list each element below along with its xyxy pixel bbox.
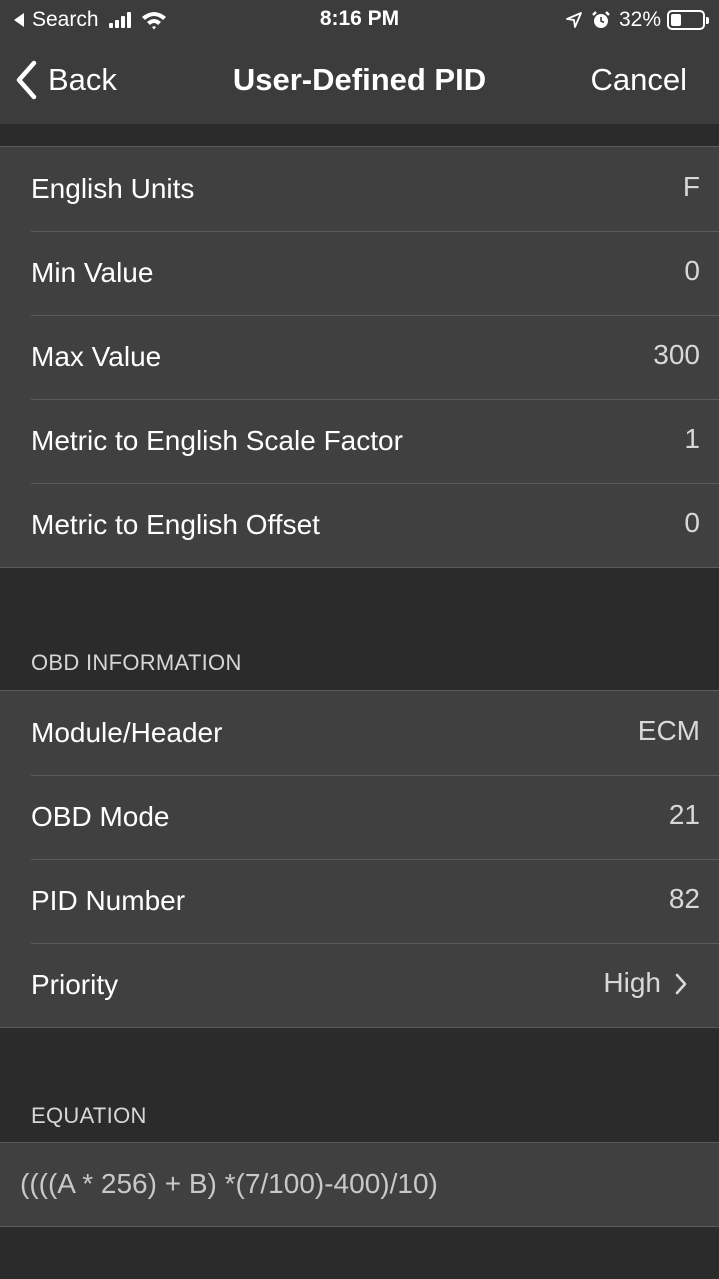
alarm-clock-icon: [592, 11, 610, 28]
row-label: PID Number: [31, 885, 186, 916]
row-value: 1: [684, 423, 700, 454]
row-label: OBD Mode: [31, 801, 170, 832]
row-label: Module/Header: [31, 717, 223, 748]
chevron-right-icon: [675, 973, 687, 995]
location-arrow-icon: [566, 12, 582, 28]
battery-icon: [667, 10, 709, 30]
scale-factor-row[interactable]: Metric to English Scale Factor 1: [0, 399, 719, 483]
max-value-row[interactable]: Max Value 300: [0, 315, 719, 399]
units-settings-group: English Units F Min Value 0 Max Value 30…: [0, 146, 719, 568]
equation-input[interactable]: ((((A * 256) + B) *(7/100)-400)/10): [0, 1142, 719, 1227]
battery-percentage: 32%: [618, 8, 661, 31]
row-label: Min Value: [31, 257, 154, 288]
row-value: 21: [668, 799, 700, 830]
obd-information-group: Module/Header ECM OBD Mode 21 PID Number…: [0, 690, 719, 1028]
row-label: English Units: [31, 173, 195, 204]
row-value: 0: [684, 507, 700, 538]
min-value-row[interactable]: Min Value 0: [0, 231, 719, 315]
row-label: Priority: [31, 969, 119, 1000]
battery-level-fill: [671, 14, 681, 26]
back-button-label: Back: [48, 62, 117, 97]
english-units-row[interactable]: English Units F: [0, 147, 719, 231]
pid-number-row[interactable]: PID Number 82: [0, 859, 719, 943]
cancel-button[interactable]: Cancel: [591, 62, 688, 98]
row-value: F: [682, 171, 700, 202]
priority-row[interactable]: Priority High: [0, 943, 719, 1027]
chevron-left-icon: [16, 60, 37, 100]
navigation-bar: Back User-Defined PID Cancel: [0, 40, 719, 124]
row-value: ECM: [637, 715, 700, 746]
module-header-row[interactable]: Module/Header ECM: [0, 691, 719, 775]
obd-information-header: OBD INFORMATION: [31, 650, 242, 675]
row-label: Max Value: [31, 341, 162, 372]
row-label: Metric to English Scale Factor: [31, 425, 403, 456]
back-button[interactable]: Back: [14, 58, 117, 102]
equation-text: ((((A * 256) + B) *(7/100)-400)/10): [20, 1168, 438, 1199]
status-bar: Search 8:16 PM 32%: [0, 0, 719, 40]
row-value: 300: [653, 339, 700, 370]
status-right: 32%: [565, 7, 709, 33]
equation-header: EQUATION: [31, 1103, 147, 1128]
row-value: 82: [668, 883, 700, 914]
obd-mode-row[interactable]: OBD Mode 21: [0, 775, 719, 859]
row-label: Metric to English Offset: [31, 509, 320, 540]
offset-row[interactable]: Metric to English Offset 0: [0, 483, 719, 567]
row-value: High: [603, 967, 661, 998]
row-value: 0: [684, 255, 700, 286]
